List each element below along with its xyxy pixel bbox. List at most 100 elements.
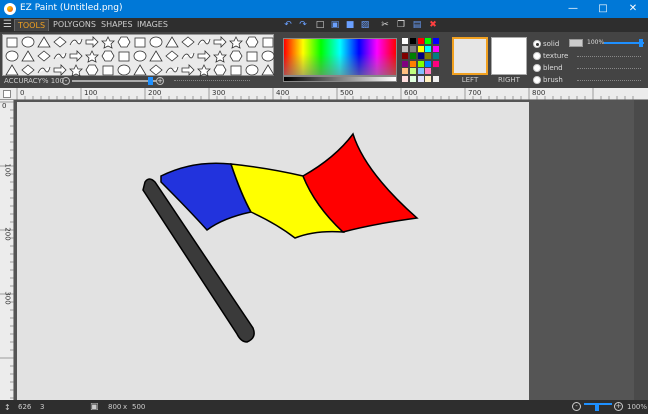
accuracy-slider[interactable]	[72, 80, 156, 82]
maximize-icon[interactable]: □	[588, 0, 618, 18]
shape-tool-icon[interactable]	[230, 65, 242, 76]
save-icon[interactable]: ■	[345, 20, 355, 30]
shape-tool-icon[interactable]	[181, 64, 195, 76]
cut-icon[interactable]: ✂	[380, 20, 390, 30]
shape-tool-icon[interactable]	[165, 50, 179, 62]
shape-tool-icon[interactable]	[37, 50, 51, 62]
color-swatch[interactable]	[409, 38, 416, 44]
shape-tool-icon[interactable]	[85, 50, 99, 63]
color-swatch[interactable]	[409, 53, 416, 59]
hamburger-menu-icon[interactable]: ☰	[3, 20, 12, 30]
shape-tool-icon[interactable]	[69, 50, 83, 62]
new-file-icon[interactable]: □	[315, 20, 325, 30]
shape-tool-icon[interactable]	[165, 66, 179, 74]
color-swatch[interactable]	[417, 68, 424, 74]
tab-tools[interactable]: TOOLS	[14, 19, 50, 31]
fill-solid-radio[interactable]	[533, 40, 541, 48]
color-spectrum[interactable]	[283, 38, 397, 76]
color-swatch[interactable]	[433, 45, 440, 52]
shape-tool-icon[interactable]	[85, 36, 99, 48]
shape-tool-icon[interactable]	[133, 64, 147, 76]
left-color-box[interactable]	[452, 37, 488, 75]
fill-brush-radio[interactable]	[533, 76, 541, 84]
shape-tool-icon[interactable]	[6, 37, 18, 48]
color-swatch[interactable]	[425, 53, 432, 59]
color-swatch[interactable]	[409, 75, 416, 82]
opacity-color-box[interactable]	[569, 39, 583, 47]
color-swatches[interactable]	[402, 38, 440, 82]
color-swatch[interactable]	[409, 60, 416, 67]
color-swatch[interactable]	[409, 68, 416, 74]
shape-tool-icon[interactable]	[5, 64, 19, 76]
shape-tool-icon[interactable]	[165, 36, 179, 48]
shape-tool-icon[interactable]	[229, 50, 243, 62]
redo-icon[interactable]: ↷	[298, 20, 308, 30]
shape-tool-icon[interactable]	[21, 36, 35, 48]
shape-tool-icon[interactable]	[245, 64, 259, 76]
color-swatch[interactable]	[433, 38, 440, 44]
shape-tool-icon[interactable]	[181, 52, 195, 60]
color-swatch[interactable]	[402, 38, 408, 44]
tab-images[interactable]: IMAGES	[134, 19, 171, 31]
shape-tool-icon[interactable]	[134, 37, 146, 48]
color-swatch[interactable]	[425, 38, 432, 44]
shape-tool-icon[interactable]	[37, 66, 51, 74]
shape-tool-icon[interactable]	[101, 36, 115, 49]
shape-tool-icon[interactable]	[149, 64, 163, 76]
color-swatch[interactable]	[425, 75, 432, 82]
shape-tool-icon[interactable]	[69, 38, 83, 46]
opacity-slider[interactable]	[604, 42, 644, 44]
shape-tool-icon[interactable]	[117, 64, 131, 76]
right-color-box[interactable]	[491, 37, 527, 75]
color-swatch[interactable]	[433, 60, 440, 67]
fill-blend-radio[interactable]	[533, 64, 541, 72]
color-swatch[interactable]	[425, 45, 432, 52]
grayscale-bar[interactable]	[283, 76, 397, 82]
color-swatch[interactable]	[417, 60, 424, 67]
shape-tool-icon[interactable]	[261, 64, 275, 76]
accuracy-increase-button[interactable]: +	[156, 77, 164, 85]
paste-icon[interactable]: ▤	[412, 20, 422, 30]
zoom-slider-thumb[interactable]	[595, 403, 599, 411]
shape-tool-icon[interactable]	[101, 50, 115, 62]
color-swatch[interactable]	[433, 75, 440, 82]
color-swatch[interactable]	[433, 53, 440, 59]
shape-tool-icon[interactable]	[133, 50, 147, 62]
color-swatch[interactable]	[417, 75, 424, 82]
color-swatch[interactable]	[402, 60, 408, 67]
open-file-icon[interactable]: ▣	[330, 20, 340, 30]
shape-tool-icon[interactable]	[85, 64, 99, 76]
shape-tool-icon[interactable]	[213, 64, 227, 76]
shape-tools-grid[interactable]	[3, 35, 275, 77]
shape-tool-icon[interactable]	[118, 51, 130, 62]
shape-tool-icon[interactable]	[197, 50, 211, 62]
opacity-slider-thumb[interactable]	[639, 39, 643, 47]
shape-tool-icon[interactable]	[245, 36, 259, 48]
shape-tool-icon[interactable]	[53, 52, 67, 60]
zoom-out-button[interactable]: -	[572, 402, 581, 411]
shape-tool-icon[interactable]	[102, 65, 114, 76]
minimize-icon[interactable]: —	[558, 0, 588, 18]
copy-icon[interactable]: ❐	[396, 20, 406, 30]
color-swatch[interactable]	[425, 68, 432, 74]
color-swatch[interactable]	[402, 53, 408, 59]
shape-tool-icon[interactable]	[149, 50, 163, 62]
accuracy-slider-thumb[interactable]	[148, 77, 153, 85]
shape-tool-icon[interactable]	[262, 37, 274, 48]
accuracy-decrease-button[interactable]: -	[62, 77, 70, 85]
shape-tool-icon[interactable]	[5, 50, 19, 62]
color-swatch[interactable]	[433, 68, 440, 74]
shape-tool-icon[interactable]	[197, 64, 211, 77]
color-swatch[interactable]	[402, 68, 408, 74]
color-swatch[interactable]	[409, 45, 416, 52]
color-swatch[interactable]	[425, 60, 432, 67]
shape-tool-icon[interactable]	[213, 36, 227, 48]
tab-polygons[interactable]: POLYGONS	[50, 19, 99, 31]
shape-tool-icon[interactable]	[69, 64, 83, 77]
undo-icon[interactable]: ↶	[283, 20, 293, 30]
save-as-icon[interactable]: ▨	[360, 20, 370, 30]
shape-tool-icon[interactable]	[21, 64, 35, 76]
shape-tool-icon[interactable]	[197, 38, 211, 46]
shape-tool-icon[interactable]	[261, 50, 275, 62]
shape-tool-icon[interactable]	[117, 36, 131, 48]
